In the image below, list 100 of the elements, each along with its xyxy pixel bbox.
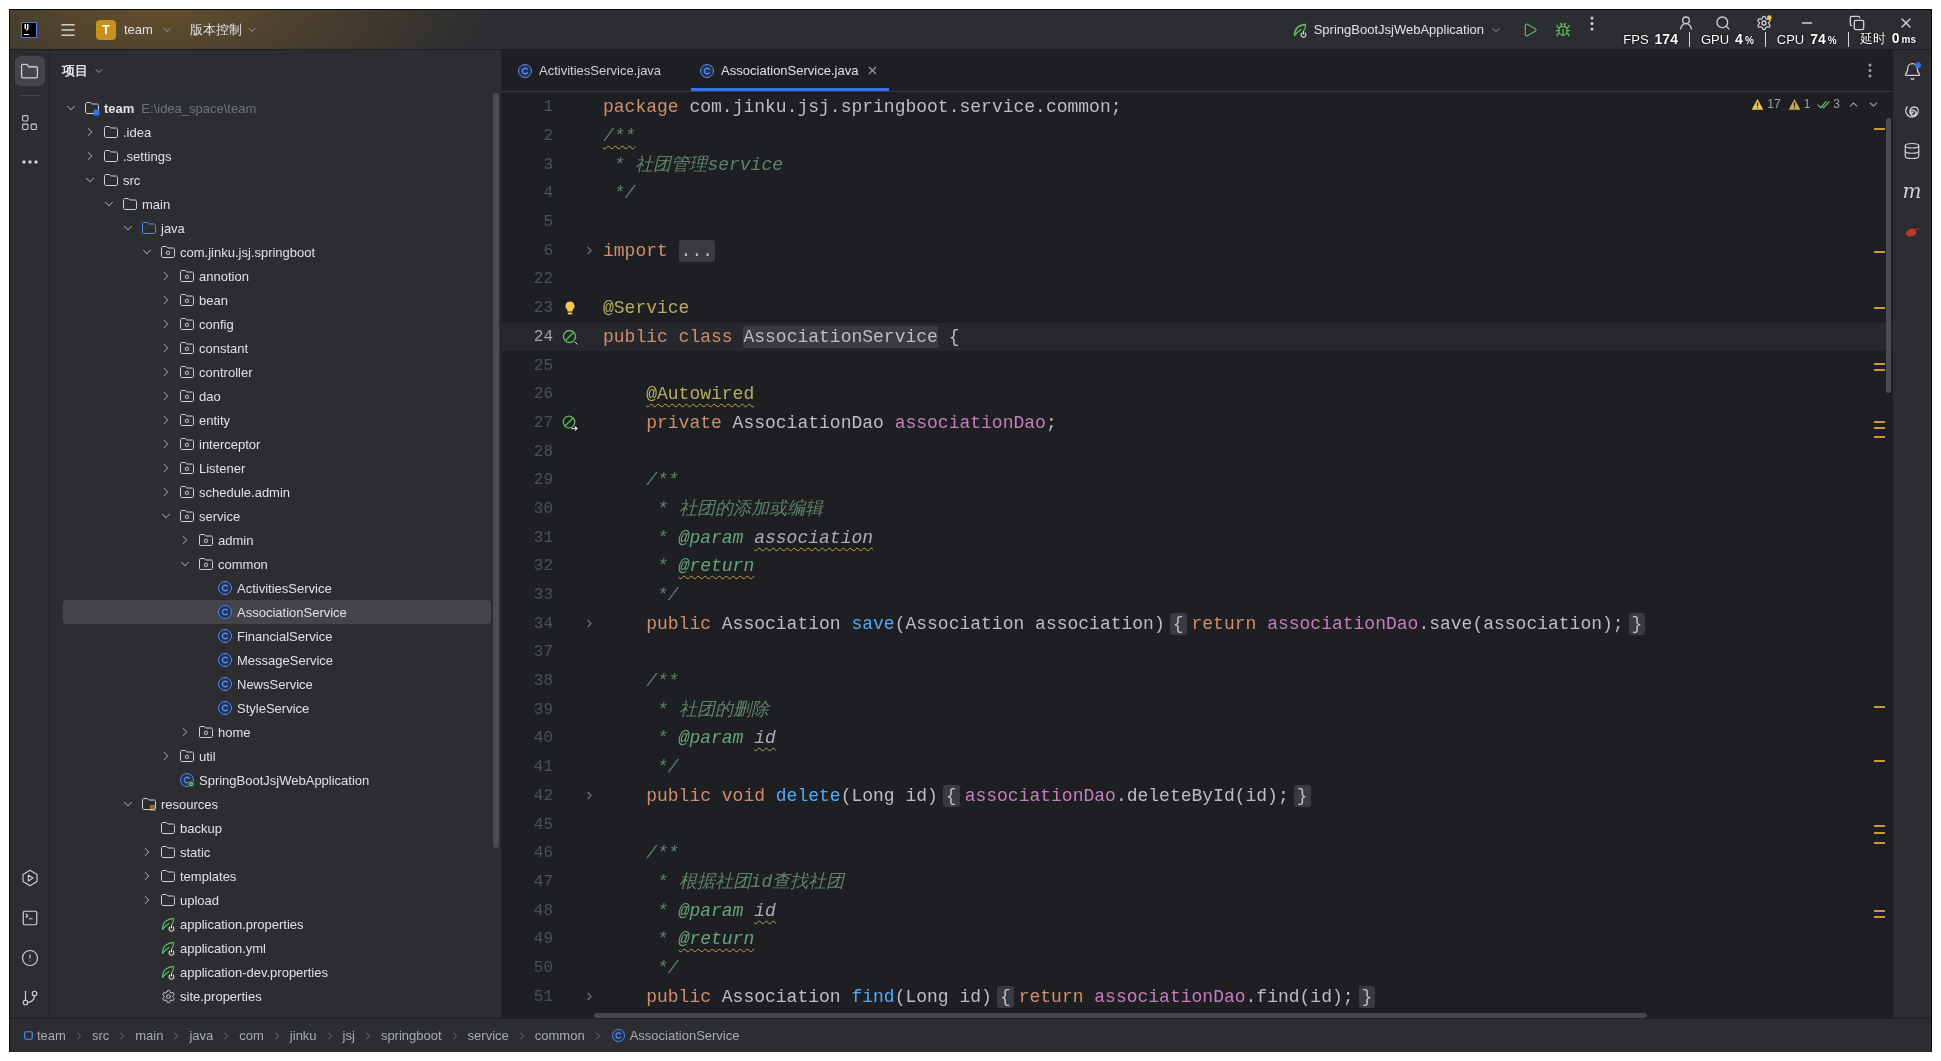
person-icon[interactable]	[1678, 15, 1694, 31]
tree-item[interactable]: team E:\idea_space\team	[63, 96, 491, 120]
maven-tool-button[interactable]: m	[1897, 176, 1927, 206]
code-keyword: return	[1018, 985, 1085, 1008]
breadcrumb-item[interactable]: jinku	[289, 1028, 317, 1043]
debug-bug-icon[interactable]	[1555, 21, 1571, 38]
tree-item[interactable]: StyleService	[63, 696, 491, 720]
breadcrumb-item[interactable]: jsj	[342, 1028, 355, 1043]
tree-item[interactable]: entity	[63, 408, 491, 432]
method-name: find	[851, 985, 895, 1008]
folded-brace: {	[1169, 612, 1187, 635]
tree-item[interactable]: bean	[63, 288, 491, 312]
scrollbar[interactable]	[594, 1013, 1647, 1018]
perf-label: GPU	[1700, 32, 1730, 47]
doc-comment: /**	[646, 469, 679, 492]
more-icon[interactable]	[1868, 63, 1872, 78]
tree-item[interactable]: Listener	[63, 456, 491, 480]
tree-item[interactable]: constant	[63, 336, 491, 360]
doc-comment: * 根据社团id查找社团	[656, 870, 845, 893]
breadcrumb-item[interactable]: springboot	[380, 1028, 442, 1043]
annotation: @Autowired	[646, 383, 755, 406]
tree-item[interactable]: NewsService	[63, 672, 491, 696]
tree-item[interactable]: java	[63, 216, 491, 240]
tree-item[interactable]: .settings	[63, 144, 491, 168]
settings-icon[interactable]	[1756, 15, 1772, 31]
tree-item[interactable]: service	[63, 504, 491, 528]
inspection-counter[interactable]: 1	[1787, 97, 1811, 111]
breadcrumb-item[interactable]: team	[24, 1028, 66, 1043]
restore-icon[interactable]	[1849, 15, 1865, 31]
tree-item[interactable]: schedule.admin	[63, 480, 491, 504]
doc-comment: * 社团管理service	[612, 153, 784, 176]
scrollbar[interactable]	[493, 93, 499, 848]
tree-item[interactable]: controller	[63, 360, 491, 384]
inspection-counter[interactable]: 3	[1817, 97, 1840, 111]
tree-item[interactable]: application.yml	[63, 936, 491, 960]
project-view-selector[interactable]: 项目	[62, 62, 105, 80]
leaf-power-icon	[160, 916, 176, 932]
tree-item[interactable]: src	[63, 168, 491, 192]
tree-item[interactable]: home	[63, 720, 491, 744]
breadcrumb-item[interactable]: main	[135, 1028, 164, 1043]
tree-item[interactable]: upload	[63, 888, 491, 912]
tree-item[interactable]: common	[63, 552, 491, 576]
tree-item[interactable]: site.properties	[63, 984, 491, 1008]
code-text: {	[947, 325, 960, 348]
breadcrumb-item[interactable]: common	[534, 1028, 585, 1043]
tree-item[interactable]: backup	[63, 816, 491, 840]
folded-brace: {	[996, 985, 1014, 1008]
breadcrumb-item[interactable]: java	[189, 1028, 214, 1043]
doc-comment: /**	[603, 125, 636, 148]
editor-tab[interactable]: AssociationService.java	[691, 50, 890, 91]
scrollbar[interactable]	[1886, 118, 1891, 393]
code-keyword: private	[646, 411, 722, 434]
tree-item[interactable]: util	[63, 744, 491, 768]
breadcrumb-item[interactable]: com	[239, 1028, 264, 1043]
tree-item[interactable]: SpringBootJsjWebApplication	[63, 768, 491, 792]
run-configuration-selector[interactable]: SpringBootJsjWebApplication	[1291, 21, 1502, 38]
project-switcher[interactable]: T team	[96, 19, 173, 40]
annotation: @Service	[603, 297, 690, 320]
tree-item[interactable]: com.jinku.jsj.springboot	[63, 240, 491, 264]
folder-icon	[160, 868, 176, 884]
tree-item[interactable]: static	[63, 840, 491, 864]
tree-item[interactable]: config	[63, 312, 491, 336]
tree-item[interactable]: main	[63, 192, 491, 216]
breadcrumb-item[interactable]: src	[91, 1028, 110, 1043]
search-icon[interactable]	[1715, 15, 1731, 31]
breadcrumb-item[interactable]: service	[467, 1028, 509, 1043]
warning-icon	[1751, 97, 1765, 111]
circle-c-icon	[217, 676, 233, 692]
inspection-counter[interactable]: 17	[1751, 97, 1781, 111]
project-badge: T	[96, 19, 116, 40]
perf-label: 延时	[1859, 30, 1886, 48]
tree-item[interactable]: admin	[63, 528, 491, 552]
code-keyword: package	[603, 96, 679, 119]
tree-item[interactable]: .idea	[63, 120, 491, 144]
doc-comment: /**	[646, 670, 679, 693]
perf-value: 4	[1735, 31, 1743, 47]
tree-item[interactable]: resources	[63, 792, 491, 816]
tree-item[interactable]: application.properties	[63, 912, 491, 936]
tree-item[interactable]: AssociationService	[63, 600, 491, 624]
tree-item[interactable]: templates	[63, 864, 491, 888]
editor-tab[interactable]: ActivitiesService.java	[509, 50, 692, 91]
line-number: 24	[532, 327, 553, 346]
tree-item[interactable]: dao	[63, 384, 491, 408]
field-name: associationDao	[1267, 612, 1419, 635]
tree-item[interactable]: interceptor	[63, 432, 491, 456]
more-icon[interactable]	[1590, 15, 1594, 31]
breadcrumb-item[interactable]: AssociationService	[610, 1028, 740, 1043]
tree-item[interactable]: ActivitiesService	[63, 576, 491, 600]
vcs-menu[interactable]: 版本控制	[189, 20, 258, 39]
folded-imports: ...	[678, 239, 715, 262]
tree-item[interactable]: FinancialService	[63, 624, 491, 648]
square-icon	[24, 1031, 33, 1040]
tree-item[interactable]: annotion	[63, 264, 491, 288]
method-name: delete	[775, 784, 841, 807]
perf-value: 0	[1891, 30, 1900, 46]
run-icon[interactable]	[1522, 21, 1538, 38]
tree-item[interactable]: application-dev.properties	[63, 960, 491, 984]
leaf-power-icon	[160, 940, 176, 956]
project-tool-button[interactable]	[14, 56, 45, 86]
tree-item[interactable]: MessageService	[63, 648, 491, 672]
